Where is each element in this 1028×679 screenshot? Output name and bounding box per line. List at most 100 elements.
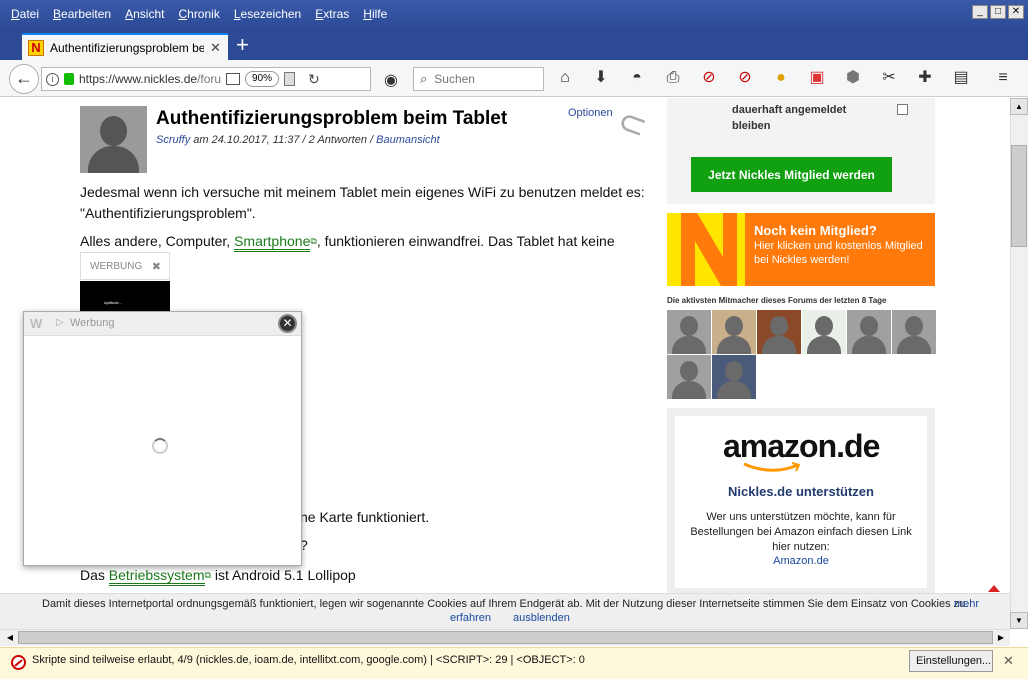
- search-input[interactable]: [432, 71, 533, 87]
- join-member-button[interactable]: Jetzt Nickles Mitglied werden: [691, 157, 892, 192]
- horizontal-scroll-thumb[interactable]: [18, 631, 993, 644]
- menu-label-rest: xtras: [323, 7, 350, 21]
- cut-icon[interactable]: ✂: [879, 67, 899, 89]
- post-text: Alles andere, Computer,: [80, 233, 235, 249]
- maximize-button[interactable]: □: [990, 5, 1006, 19]
- reload-icon[interactable]: ↻: [308, 71, 320, 88]
- notification-close-icon[interactable]: ✕: [1003, 653, 1014, 669]
- color-icon[interactable]: ●: [771, 67, 791, 89]
- amazon-logo-main: amazon: [723, 428, 837, 464]
- member-avatar[interactable]: [892, 310, 936, 354]
- hamburger-menu-icon[interactable]: ≡: [993, 67, 1013, 89]
- menu-label-rest: hronik: [187, 7, 220, 21]
- author-link[interactable]: Scruffy: [156, 134, 190, 146]
- settings-button[interactable]: Einstellungen...: [909, 650, 993, 672]
- cookie-text: Damit dieses Internetportal ordnungsgemä…: [42, 598, 969, 610]
- menu-label-rest: earbeiten: [61, 7, 112, 21]
- inline-ad-label: WERBUNG ✖: [80, 252, 170, 280]
- post-text-line: Alles andere, Computer, Smartphone⧉, fun…: [80, 231, 615, 252]
- menubar: Datei Bearbeiten Ansicht Chronik Lesezeichen…: [4, 4, 394, 26]
- menu-label-rest: atei: [19, 7, 40, 21]
- clipboard-icon[interactable]: [284, 72, 296, 86]
- options-link[interactable]: Optionen: [568, 107, 613, 119]
- member-avatar[interactable]: [667, 310, 711, 354]
- close-window-button[interactable]: ✕: [1008, 5, 1024, 19]
- menu-item[interactable]: Extras: [308, 4, 356, 26]
- vertical-scroll-thumb[interactable]: [1011, 145, 1027, 247]
- reader-view-icon[interactable]: [226, 73, 240, 85]
- menu-item[interactable]: Lesezeichen: [227, 4, 308, 26]
- menu-access-key: D: [11, 7, 20, 21]
- back-button[interactable]: ←: [9, 64, 39, 94]
- home-icon[interactable]: ⌂: [555, 67, 575, 89]
- tab-active[interactable]: N Authentifizierungsproblem beim ✕: [22, 33, 228, 60]
- lock-icon: [64, 73, 74, 85]
- floating-ad-popup[interactable]: W ▷ Werbung ✕: [23, 311, 302, 566]
- post-text: Das: [80, 567, 109, 583]
- search-bar[interactable]: ⌕: [413, 67, 544, 91]
- popup-close-icon[interactable]: ✕: [278, 314, 297, 333]
- menu-access-key: H: [363, 7, 372, 21]
- play-icon[interactable]: ▷: [56, 317, 64, 328]
- download-icon[interactable]: ⬇: [591, 67, 611, 89]
- menu-item[interactable]: Datei: [4, 4, 46, 26]
- menu-item[interactable]: Bearbeiten: [46, 4, 118, 26]
- member-avatar[interactable]: [712, 310, 756, 354]
- post-text-line: ne Karte funktioniert.: [300, 509, 430, 525]
- scroll-left-arrow-icon[interactable]: ◀: [3, 630, 17, 645]
- amazon-heading: Nickles.de unterstützen: [728, 484, 874, 499]
- loading-spinner-icon: [152, 438, 168, 454]
- url-text[interactable]: https://www.nickles.de/forum: [79, 72, 221, 86]
- scroll-to-top-icon[interactable]: [988, 585, 1000, 592]
- menu-access-key: C: [178, 7, 188, 21]
- noscript-settings-icon[interactable]: ⊘: [735, 67, 755, 89]
- tab-close-icon[interactable]: ✕: [210, 40, 221, 56]
- cookie-more-link[interactable]: mehr: [954, 598, 979, 610]
- menu-item[interactable]: Ansicht: [118, 4, 171, 26]
- member-avatar[interactable]: [847, 310, 891, 354]
- amazon-link[interactable]: Amazon.de: [675, 555, 927, 567]
- info-icon[interactable]: i: [46, 72, 59, 86]
- inline-ad-creative[interactable]: Aptitude...: [80, 281, 170, 311]
- noscript-icon[interactable]: ⊘: [699, 67, 719, 89]
- member-avatar[interactable]: [667, 355, 711, 399]
- menu-access-key: B: [53, 7, 62, 21]
- mask-icon[interactable]: ◓: [627, 67, 647, 89]
- thread-view-link[interactable]: Baumansicht: [376, 134, 440, 146]
- history-icon[interactable]: ◉: [384, 70, 398, 90]
- sidebar-icon[interactable]: ▤: [951, 67, 971, 89]
- cookie-hide-link[interactable]: ausblenden: [513, 612, 570, 624]
- post-text-line: "Authentifizierungsproblem".: [80, 205, 256, 221]
- ublock-icon[interactable]: ⬢: [843, 67, 863, 89]
- scroll-up-arrow-icon[interactable]: ▲: [1010, 98, 1028, 115]
- member-avatar[interactable]: [802, 310, 846, 354]
- remember-login-checkbox[interactable]: [897, 104, 908, 115]
- menu-access-key: L: [233, 7, 241, 21]
- scroll-right-arrow-icon[interactable]: ▶: [994, 630, 1008, 645]
- url-bar[interactable]: i https://www.nickles.de/forum 90% ↻: [41, 67, 371, 91]
- membership-banner[interactable]: Noch kein Mitglied? Hier klicken und kos…: [667, 213, 935, 286]
- scroll-down-arrow-icon[interactable]: ▼: [1010, 612, 1028, 629]
- member-avatar[interactable]: [757, 310, 801, 354]
- menu-item[interactable]: Hilfe: [356, 4, 394, 26]
- minimize-button[interactable]: _: [972, 5, 988, 19]
- smartphone-link[interactable]: Smartphone: [234, 233, 311, 252]
- zoom-level-badge[interactable]: 90%: [245, 71, 280, 87]
- betriebssystem-link[interactable]: Betriebssystem: [108, 567, 205, 586]
- screenshot-icon[interactable]: ▣: [807, 67, 827, 89]
- extensions-icon[interactable]: ✚: [915, 67, 935, 89]
- popup-header: W ▷ Werbung ✕: [24, 312, 301, 336]
- ad-label-text: WERBUNG: [90, 261, 143, 272]
- post-meta: Scruffy am 24.10.2017, 11:37 / 2 Antwort…: [156, 134, 440, 146]
- new-tab-button[interactable]: +: [236, 34, 249, 56]
- popup-ad-label: Werbung: [70, 317, 115, 329]
- author-avatar[interactable]: [80, 106, 147, 173]
- amazon-logo[interactable]: amazon.de: [723, 428, 880, 465]
- menu-item[interactable]: Chronik: [171, 4, 226, 26]
- banner-title: Noch kein Mitglied?: [754, 223, 877, 238]
- cookie-more-link-continued[interactable]: erfahren: [450, 612, 491, 624]
- print-icon[interactable]: ⎙: [663, 67, 683, 89]
- ad-close-icon[interactable]: ✖: [152, 253, 161, 281]
- active-members-label: Die aktivsten Mitmacher dieses Forums de…: [667, 296, 887, 305]
- member-avatar[interactable]: [712, 355, 756, 399]
